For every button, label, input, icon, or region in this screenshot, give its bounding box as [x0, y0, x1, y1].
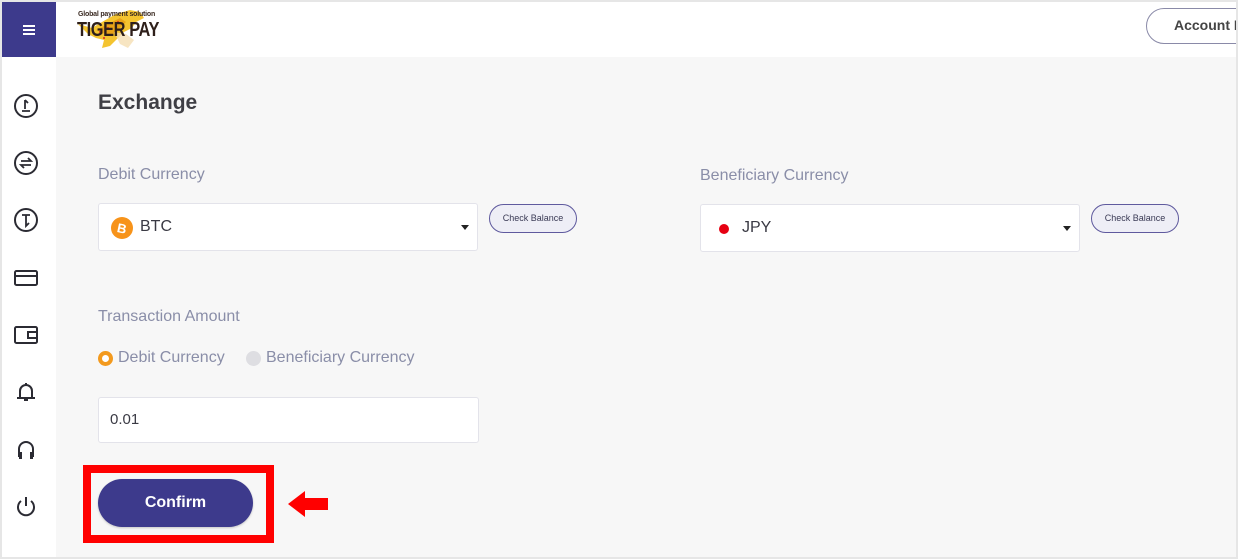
debit-currency-value: BTC	[140, 218, 172, 235]
beneficiary-check-balance-button[interactable]: Check Balance	[1091, 204, 1179, 233]
transaction-amount-label: Transaction Amount	[98, 308, 240, 325]
sidebar-item-card[interactable]	[13, 265, 39, 291]
top-header: Global payment solution TIGER PAY Accoun…	[2, 2, 1236, 57]
deposit-icon	[14, 94, 38, 118]
left-arrow-icon	[288, 491, 328, 517]
logo-tagline: Global payment solution	[78, 11, 156, 18]
debit-check-balance-button[interactable]: Check Balance	[489, 204, 577, 233]
chevron-down-icon	[1063, 226, 1071, 231]
confirm-button[interactable]: Confirm	[98, 479, 253, 527]
sidebar-item-wallet[interactable]	[13, 322, 39, 348]
beneficiary-currency-value: JPY	[742, 219, 772, 236]
power-icon	[17, 497, 35, 517]
sidebar-item-notifications[interactable]	[13, 379, 39, 405]
withdraw-icon	[14, 208, 38, 232]
app-window: Global payment solution TIGER PAY Accoun…	[2, 2, 1236, 557]
exchange-icon	[14, 151, 38, 175]
headset-icon	[18, 441, 34, 459]
bell-icon	[17, 383, 35, 401]
wallet-icon	[14, 326, 38, 344]
radio-beneficiary-currency[interactable]: Beneficiary Currency	[246, 349, 415, 367]
bitcoin-icon: B	[111, 217, 133, 239]
menu-button[interactable]	[2, 2, 56, 57]
sidebar-item-exchange[interactable]	[13, 150, 39, 176]
sidebar-item-withdraw[interactable]	[13, 207, 39, 233]
logo-name: TIGER PAY	[77, 19, 159, 41]
hamburger-icon	[23, 24, 35, 35]
beneficiary-currency-select[interactable]: JPY	[700, 204, 1080, 252]
sidebar-item-deposit[interactable]	[13, 93, 39, 119]
japan-flag-icon	[714, 219, 734, 239]
chevron-down-icon	[461, 225, 469, 230]
account-menu-button[interactable]: Account M	[1146, 8, 1236, 44]
radio-label: Debit Currency	[118, 349, 225, 366]
card-icon	[14, 270, 38, 286]
debit-currency-label: Debit Currency	[98, 166, 205, 183]
sidebar-item-support[interactable]	[13, 437, 39, 463]
beneficiary-currency-label: Beneficiary Currency	[700, 167, 849, 184]
sidebar-item-logout[interactable]	[13, 494, 39, 520]
radio-selected-icon	[98, 350, 113, 366]
sidebar	[2, 57, 56, 557]
page-title: Exchange	[98, 91, 198, 114]
amount-input[interactable]: 0.01	[98, 397, 479, 443]
radio-label: Beneficiary Currency	[266, 349, 415, 366]
radio-unselected-icon	[246, 350, 261, 366]
debit-currency-select[interactable]: B BTC	[98, 203, 478, 251]
radio-debit-currency[interactable]: Debit Currency	[98, 349, 225, 367]
